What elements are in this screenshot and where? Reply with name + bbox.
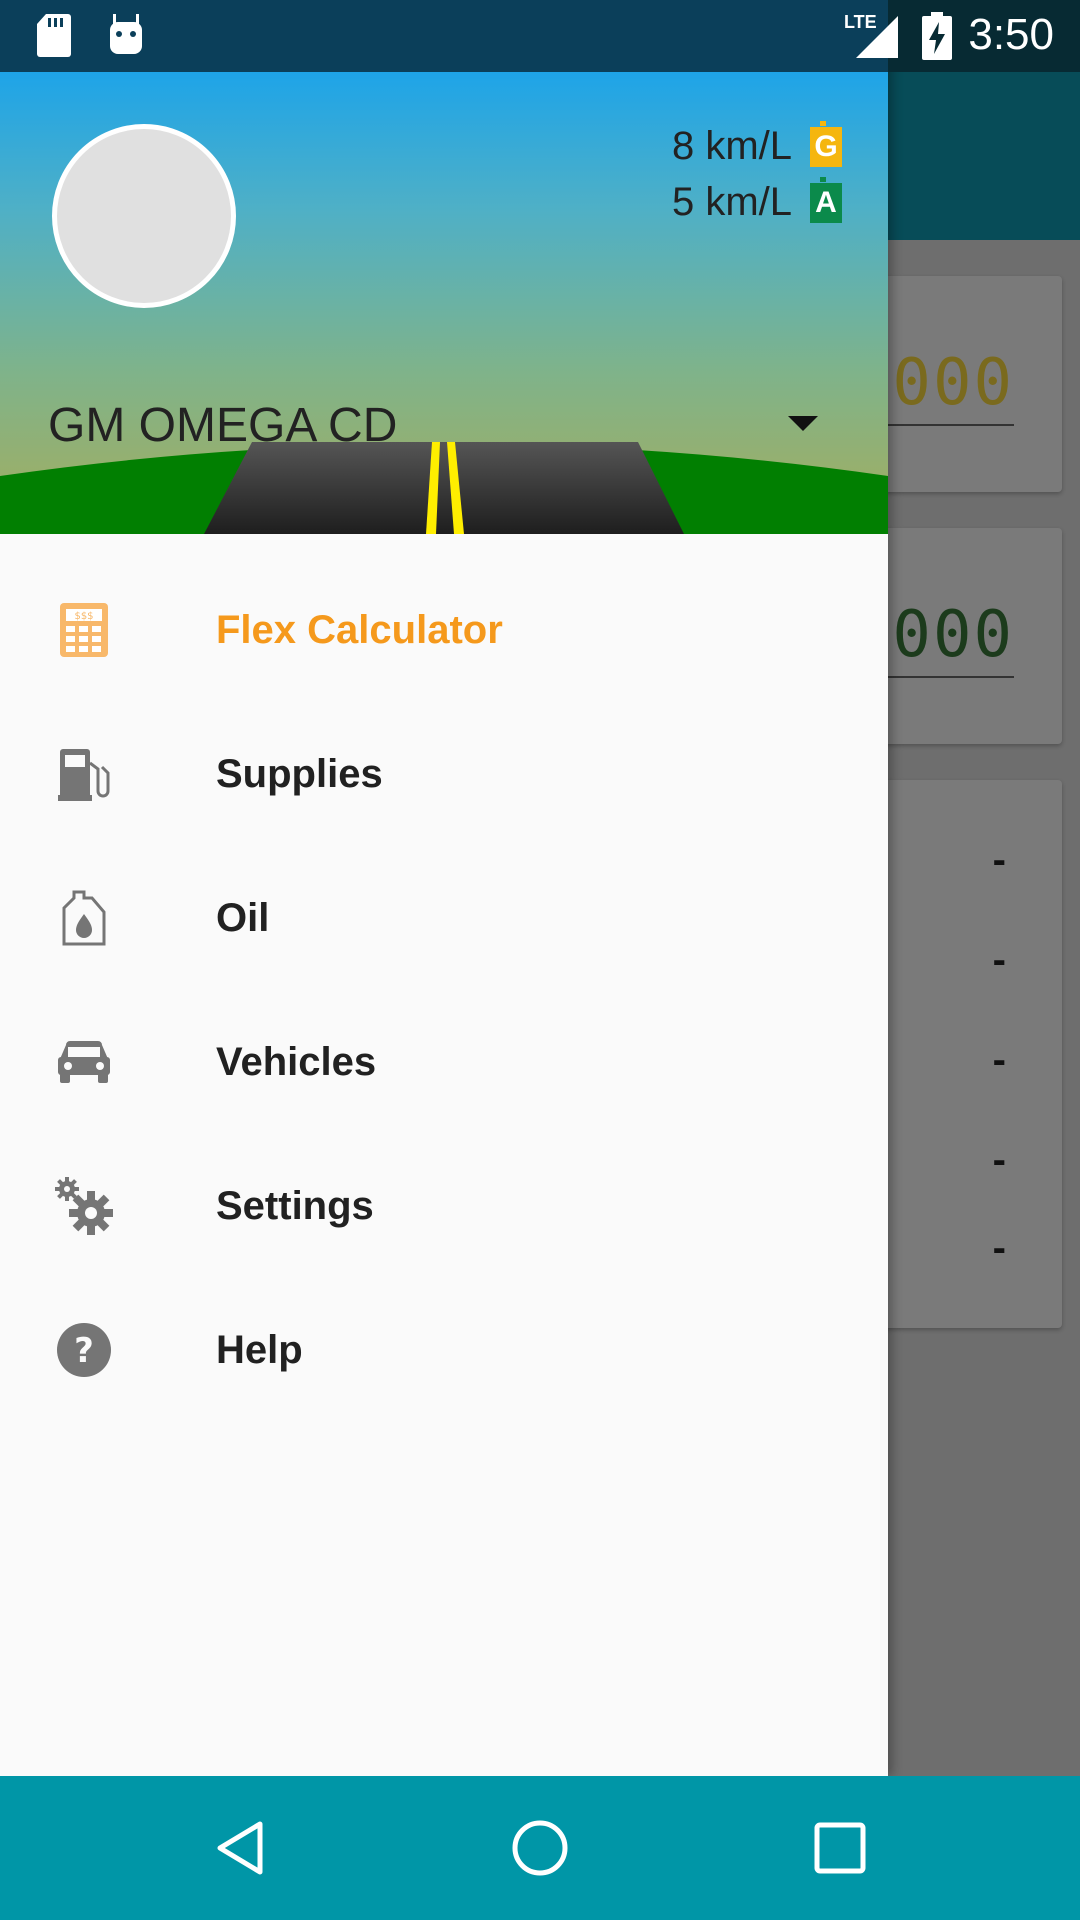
drawer-header: 8 km/L G 5 km/L A GM OMEGA CD xyxy=(0,72,888,534)
menu-item-flex-calculator[interactable]: $$$ Flex Calculator xyxy=(0,558,888,702)
menu-item-supplies[interactable]: Supplies xyxy=(0,702,888,846)
menu-item-help[interactable]: ? Help xyxy=(0,1278,888,1422)
background-dash: - xyxy=(992,1226,1006,1270)
menu-item-oil[interactable]: Oil xyxy=(0,846,888,990)
menu-item-vehicles[interactable]: Vehicles xyxy=(0,990,888,1134)
efficiency-value: 5 km/L xyxy=(671,180,792,224)
help-icon: ? xyxy=(54,1320,114,1380)
background-dash: - xyxy=(992,938,1006,982)
menu-item-label: Supplies xyxy=(216,751,383,796)
drawer-menu: $$$ Flex Calculator Supplies Oil Vehicle… xyxy=(0,558,888,1422)
calculator-icon: $$$ xyxy=(54,600,114,660)
battery-charging-icon xyxy=(922,12,952,65)
menu-item-label: Flex Calculator xyxy=(216,607,503,652)
navigation-bar xyxy=(0,1776,1080,1920)
menu-item-label: Oil xyxy=(216,895,270,940)
efficiency-alcohol: 5 km/L A xyxy=(671,176,842,225)
background-dash: - xyxy=(992,1138,1006,1182)
menu-item-label: Vehicles xyxy=(216,1039,377,1084)
car-icon xyxy=(54,1032,114,1092)
signal-icon xyxy=(852,14,898,65)
menu-item-settings[interactable]: Settings xyxy=(0,1134,888,1278)
oil-can-icon xyxy=(54,888,114,948)
navigation-drawer: 8 km/L G 5 km/L A GM OMEGA CD $$$ Flex C… xyxy=(0,0,888,1776)
home-icon[interactable] xyxy=(510,1818,570,1878)
avatar[interactable] xyxy=(52,124,236,308)
recents-icon[interactable] xyxy=(810,1818,870,1878)
background-dash: - xyxy=(992,1038,1006,1082)
fuel-alcohol-icon: A xyxy=(810,176,842,223)
background-card-gasoline: .000 xyxy=(852,276,1062,492)
chevron-down-icon[interactable] xyxy=(788,416,818,431)
android-debug-icon xyxy=(106,12,146,63)
svg-text:$$$: $$$ xyxy=(74,611,93,622)
screen: .000 .000 - - - - - LTE 3:50 8 km/L G 5 … xyxy=(0,0,1080,1920)
background-dash: - xyxy=(992,838,1006,882)
background-card-alcohol: .000 xyxy=(852,528,1062,744)
vehicle-name[interactable]: GM OMEGA CD xyxy=(48,398,397,453)
status-bar: LTE 3:50 xyxy=(0,0,1080,72)
svg-text:?: ? xyxy=(74,1331,94,1371)
menu-item-label: Settings xyxy=(216,1183,374,1228)
road-illustration xyxy=(0,442,888,534)
gas-pump-icon xyxy=(54,744,114,804)
sd-card-icon xyxy=(36,12,72,63)
efficiency-value: 8 km/L xyxy=(671,124,792,168)
back-icon[interactable] xyxy=(210,1818,270,1878)
fuel-gasoline-icon: G xyxy=(810,120,842,167)
background-card-results: - - - - - xyxy=(860,780,1062,1328)
menu-item-label: Help xyxy=(216,1327,303,1372)
clock: 3:50 xyxy=(968,10,1054,59)
gears-icon xyxy=(54,1176,114,1236)
efficiency-gasoline: 8 km/L G xyxy=(671,120,842,169)
